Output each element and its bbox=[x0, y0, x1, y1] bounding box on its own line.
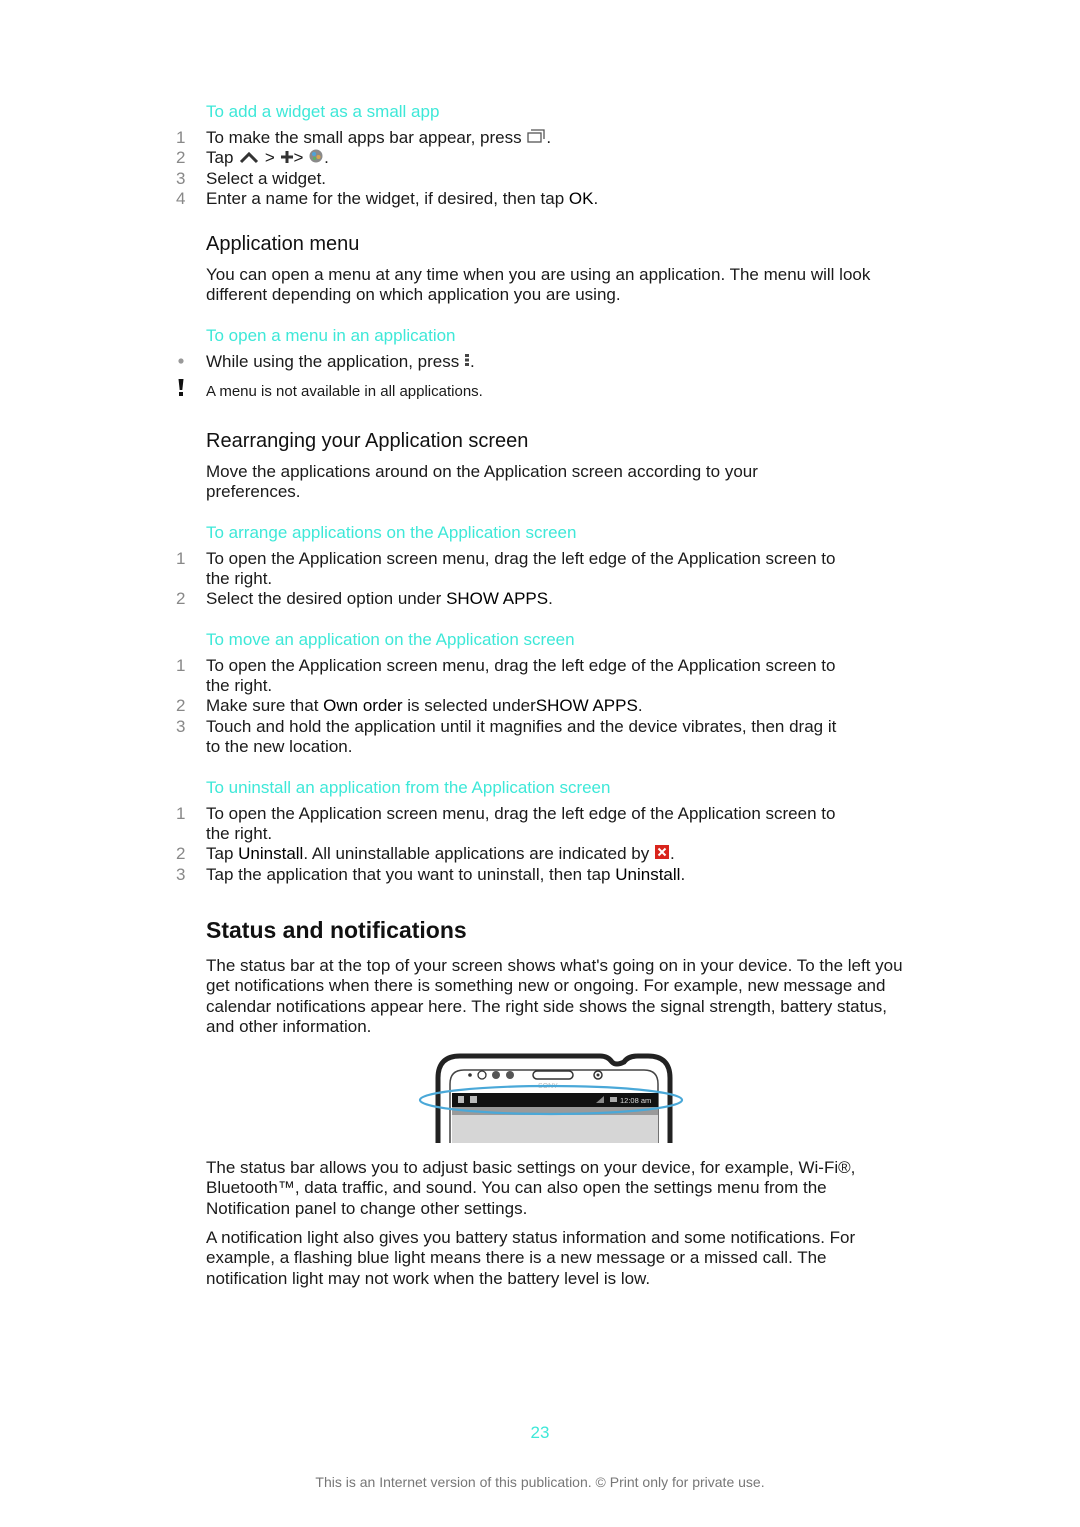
step-text: Make sure that bbox=[206, 696, 324, 715]
section-heading-rearranging: Rearranging your Application screen bbox=[206, 430, 529, 452]
widget-globe-icon bbox=[308, 148, 324, 169]
step-text: To open the Application screen menu, dra… bbox=[206, 549, 836, 589]
chapter-heading-status: Status and notifications bbox=[206, 917, 467, 943]
notification-icon bbox=[470, 1096, 477, 1103]
bullet-icon bbox=[177, 352, 191, 377]
procedure-title-move: To move an application on the Applicatio… bbox=[206, 630, 575, 649]
paragraph: You can open a menu at any time when you… bbox=[206, 265, 871, 305]
status-bar-clock: 12:08 am bbox=[620, 1096, 651, 1105]
step-text: Tap bbox=[206, 844, 239, 864]
uninstall-x-icon bbox=[654, 844, 670, 865]
ui-term-own-order: Own order bbox=[323, 696, 403, 715]
step-text: Enter a name for the widget, if desired,… bbox=[206, 189, 569, 208]
step-text: To open the Application screen menu, dra… bbox=[206, 656, 836, 696]
paragraph: Move the applications around on the Appl… bbox=[206, 462, 758, 502]
step-number: 2 bbox=[176, 589, 186, 608]
step-number: 3 bbox=[176, 717, 186, 736]
chevron-up-icon bbox=[238, 149, 260, 169]
ui-term-show-apps: SHOW APPS bbox=[535, 696, 638, 715]
step-number: 1 bbox=[176, 128, 186, 147]
step-text: Touch and hold the application until it … bbox=[206, 717, 837, 757]
step-number: 2 bbox=[176, 696, 186, 715]
step-number: 1 bbox=[176, 656, 186, 675]
ui-term-show-apps: SHOW APPS bbox=[446, 589, 549, 608]
note-text: A menu is not available in all applicati… bbox=[206, 383, 483, 400]
status-bar-illustration: SONY 12:08 am bbox=[418, 1050, 688, 1145]
procedure-title-open-menu: To open a menu in an application bbox=[206, 326, 456, 345]
step-number: 4 bbox=[176, 189, 186, 208]
step-number: 1 bbox=[176, 549, 186, 568]
recent-apps-icon bbox=[526, 128, 546, 149]
ui-term-ok: OK bbox=[568, 189, 594, 208]
plus-icon bbox=[280, 149, 294, 169]
step-text: Tap bbox=[206, 148, 239, 168]
paragraph: A notification light also gives you batt… bbox=[206, 1228, 856, 1288]
notification-icon bbox=[458, 1096, 464, 1103]
paragraph: The status bar allows you to adjust basi… bbox=[206, 1158, 856, 1218]
step-number: 2 bbox=[176, 148, 186, 167]
section-heading-application-menu: Application menu bbox=[206, 233, 360, 255]
procedure-title-uninstall: To uninstall an application from the App… bbox=[206, 778, 611, 797]
step-text: Tap the application that you want to uni… bbox=[206, 865, 616, 884]
step-text: Select a widget. bbox=[206, 169, 327, 188]
page-number: 23 bbox=[530, 1423, 550, 1442]
procedure-title-add-widget: To add a widget as a small app bbox=[206, 102, 440, 121]
step-number: 3 bbox=[176, 865, 186, 884]
step-number: 3 bbox=[176, 169, 186, 188]
ui-term-uninstall: Uninstall bbox=[238, 844, 304, 864]
step-text: To open the Application screen menu, dra… bbox=[206, 804, 836, 844]
procedure-title-arrange: To arrange applications on the Applicati… bbox=[206, 523, 577, 542]
warning-exclamation-icon bbox=[176, 378, 186, 403]
step-number: 1 bbox=[176, 804, 186, 823]
paragraph: The status bar at the top of your screen… bbox=[206, 956, 903, 1037]
step-text: While using the application, press bbox=[206, 352, 464, 372]
ui-term-uninstall: Uninstall bbox=[615, 865, 681, 884]
footer-notice: This is an Internet version of this publ… bbox=[315, 1474, 765, 1490]
battery-icon bbox=[610, 1097, 617, 1102]
step-text: Select the desired option under bbox=[206, 589, 447, 608]
step-text: To make the small apps bar appear, press bbox=[206, 128, 527, 148]
step-number: 2 bbox=[176, 844, 186, 863]
